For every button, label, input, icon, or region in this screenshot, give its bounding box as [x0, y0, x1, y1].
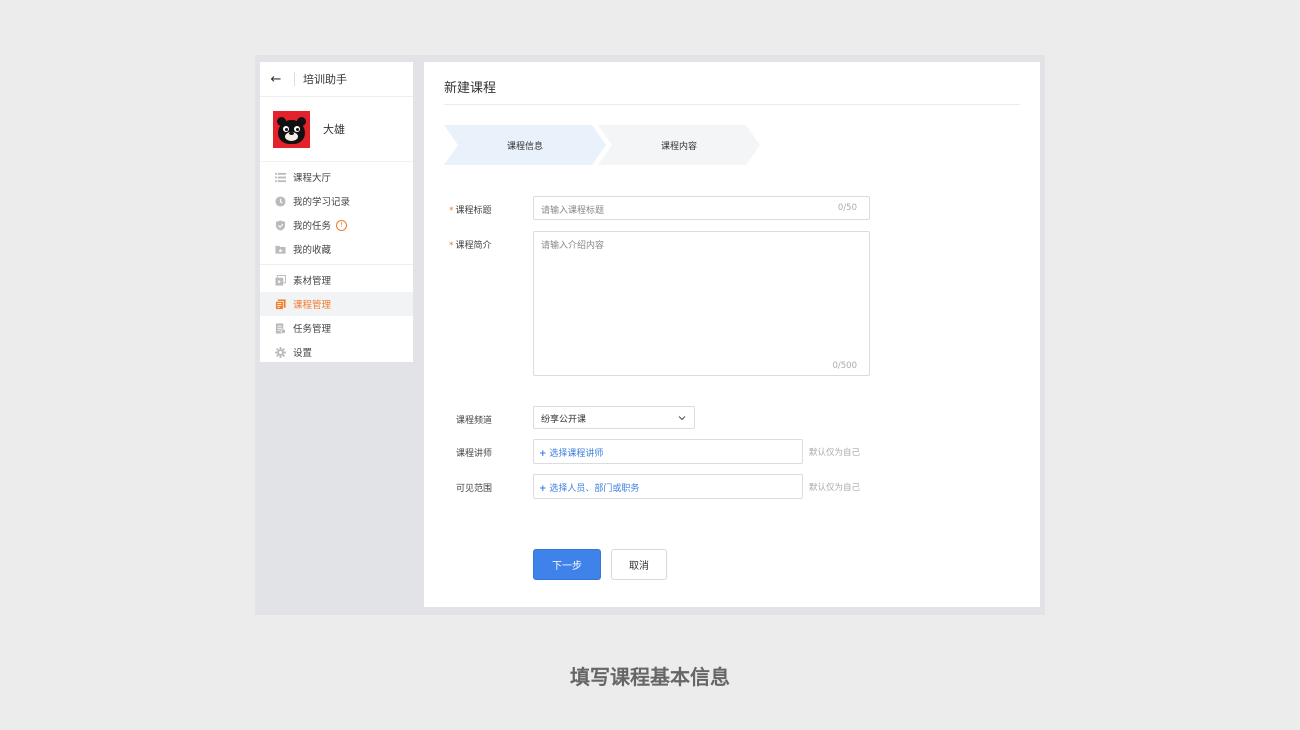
page-caption: 填写课程基本信息	[570, 665, 730, 689]
sidebar-item-label: 我的任务	[293, 221, 332, 232]
course-intro-textarea[interactable]: 请输入介绍内容 0/500	[533, 231, 870, 376]
picker-label: 选择人员、部门或职务	[549, 484, 640, 494]
bear-eye-left	[283, 125, 289, 132]
select-value: 纷享公开课	[541, 415, 587, 425]
sidebar-item-study-record[interactable]: 我的学习记录	[260, 189, 413, 213]
course-intro-label: * 课程简介	[449, 238, 492, 251]
course-channel-label: 课程频道	[456, 416, 493, 426]
sidebar: ← 培训助手 大雄 课程大厅 我的学习记录 我的任务 ! 我的收藏 素材管理 课…	[260, 62, 413, 362]
sidebar-item-settings[interactable]: 设置	[260, 340, 413, 364]
step-indicator: 课程信息 课程内容	[444, 125, 764, 165]
app-frame: ← 培训助手 大雄 课程大厅 我的学习记录 我的任务 ! 我的收藏 素材管理 课…	[255, 55, 1045, 615]
sidebar-item-label: 设置	[293, 348, 313, 359]
main-panel: 新建课程 课程信息 课程内容 * 课程标题 请输入课程标题 0/50 * 课程简介 …	[424, 62, 1040, 607]
page-title: 新建课程	[444, 81, 497, 96]
menu-group-learning: 课程大厅 我的学习记录 我的任务 ! 我的收藏	[260, 162, 413, 264]
chevron-down-icon	[678, 416, 686, 421]
bear-eye-right	[294, 125, 300, 132]
next-step-button[interactable]: 下一步	[533, 549, 601, 580]
sidebar-item-label: 我的收藏	[293, 245, 332, 256]
sidebar-item-label: 任务管理	[293, 324, 332, 335]
course-channel-select[interactable]: 纷享公开课	[533, 406, 695, 429]
teacher-hint: 默认仅为自己	[809, 448, 861, 458]
step-course-content: 课程内容	[598, 125, 760, 165]
clipboard-icon	[274, 322, 286, 334]
user-name: 大雄	[323, 123, 345, 136]
header-divider	[294, 72, 295, 86]
sidebar-item-label: 我的学习记录	[293, 197, 351, 208]
textarea-placeholder: 请输入介绍内容	[541, 241, 605, 251]
required-mark: *	[449, 206, 454, 216]
sidebar-header: ← 培训助手	[260, 62, 413, 97]
course-title-input[interactable]: 请输入课程标题 0/50	[533, 196, 870, 220]
book-icon	[274, 298, 286, 310]
required-mark: *	[449, 241, 454, 251]
step-label: 课程内容	[660, 141, 697, 152]
gear-icon	[274, 346, 286, 358]
scope-hint: 默认仅为自己	[809, 483, 861, 493]
sidebar-item-favorites[interactable]: 我的收藏	[260, 237, 413, 261]
teacher-picker[interactable]: + 选择课程讲师	[533, 439, 803, 464]
label-text: 课程简介	[455, 241, 492, 251]
teacher-picker-link[interactable]: + 选择课程讲师	[539, 446, 603, 459]
sidebar-item-label: 课程管理	[293, 300, 332, 311]
sidebar-item-label: 素材管理	[293, 276, 332, 287]
picker-label: 选择课程讲师	[549, 449, 604, 459]
menu-group-admin: 素材管理 课程管理 任务管理 设置	[260, 264, 413, 367]
input-placeholder: 请输入课程标题	[541, 206, 605, 216]
media-icon	[274, 274, 286, 286]
back-arrow-icon[interactable]: ←	[264, 72, 288, 87]
step-course-info: 课程信息	[444, 125, 606, 165]
course-title-label: * 课程标题	[449, 203, 492, 216]
list-icon	[274, 171, 286, 183]
cancel-button[interactable]: 取消	[611, 549, 667, 580]
visible-scope-label: 可见范围	[456, 484, 493, 494]
app-title: 培训助手	[303, 73, 347, 86]
sidebar-item-materials[interactable]: 素材管理	[260, 268, 413, 292]
char-counter: 0/500	[832, 361, 858, 371]
step-label: 课程信息	[506, 141, 543, 152]
shield-icon	[274, 219, 286, 231]
sidebar-item-my-tasks[interactable]: 我的任务 !	[260, 213, 413, 237]
sidebar-item-course-manage[interactable]: 课程管理	[260, 292, 413, 316]
clock-icon	[274, 195, 286, 207]
scope-picker[interactable]: + 选择人员、部门或职务	[533, 474, 803, 499]
sidebar-item-task-manage[interactable]: 任务管理	[260, 316, 413, 340]
course-teacher-label: 课程讲师	[456, 449, 493, 459]
sidebar-item-label: 课程大厅	[293, 173, 332, 184]
label-text: 课程标题	[455, 206, 492, 216]
avatar[interactable]	[273, 110, 310, 148]
folder-icon	[274, 243, 286, 255]
user-profile: 大雄	[260, 97, 413, 162]
bear-nose	[289, 131, 294, 135]
plus-icon: +	[539, 484, 547, 494]
plus-icon: +	[539, 449, 547, 459]
char-counter: 0/50	[837, 203, 857, 213]
sidebar-item-course-hall[interactable]: 课程大厅	[260, 165, 413, 189]
alert-badge-icon: !	[336, 219, 348, 231]
title-divider	[444, 104, 1020, 105]
scope-picker-link[interactable]: + 选择人员、部门或职务	[539, 481, 639, 494]
